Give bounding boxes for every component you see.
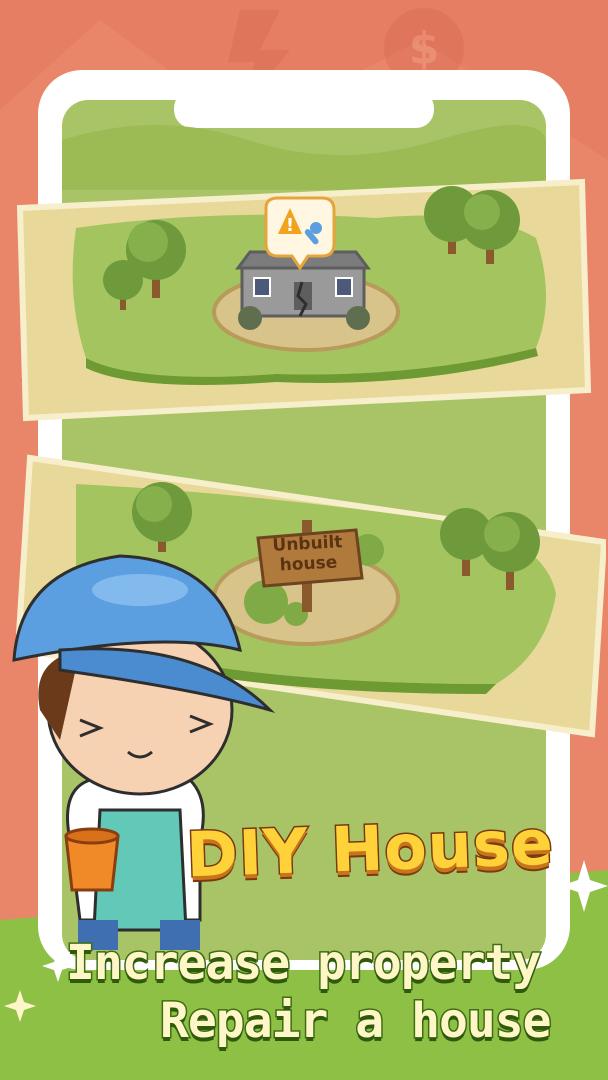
damaged-house-plot[interactable]: !	[16, 178, 592, 422]
svg-text:!: !	[286, 215, 294, 236]
subtitle-line-1: Increase property	[64, 934, 542, 993]
phone-notch	[174, 90, 434, 128]
subtitle-line-2: Repair a house	[159, 992, 554, 1051]
headline: DIY House	[184, 804, 557, 893]
sparkle-icon	[4, 990, 36, 1022]
svg-text:$: $	[409, 23, 440, 74]
